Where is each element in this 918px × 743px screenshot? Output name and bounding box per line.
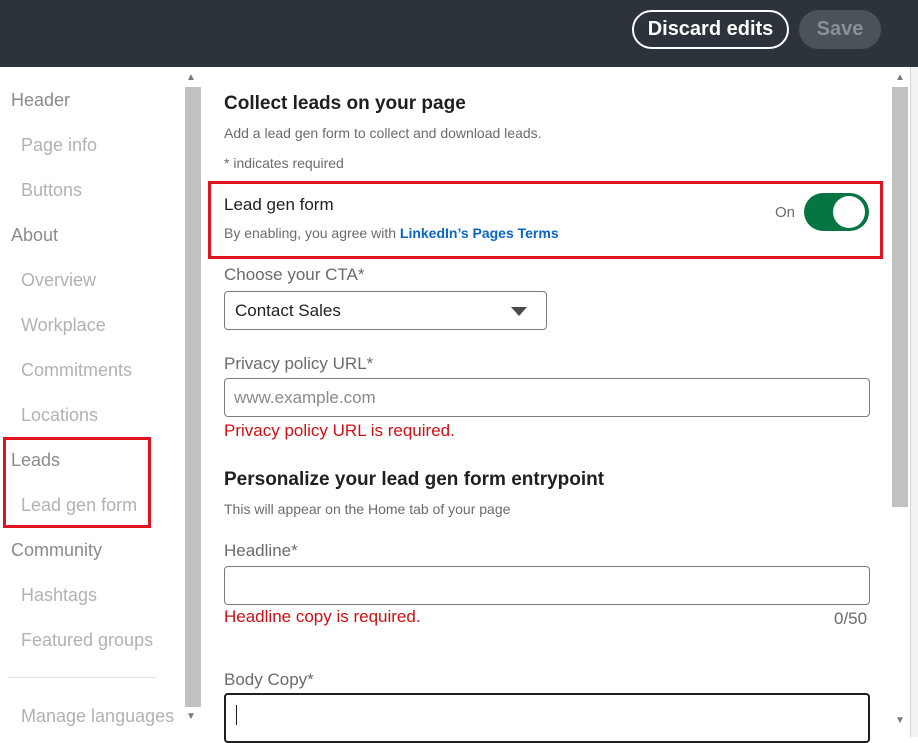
privacy-url-error: Privacy policy URL is required.: [224, 421, 455, 440]
sidebar-scroll-down-icon[interactable]: ▼: [186, 712, 196, 722]
privacy-url-input[interactable]: [224, 378, 870, 417]
save-button[interactable]: Save: [799, 10, 881, 49]
sidebar-item-featured-groups[interactable]: Featured groups: [21, 630, 153, 651]
body-copy-input[interactable]: [224, 693, 870, 743]
headline-label: Headline*: [224, 541, 298, 560]
sidebar-item-workplace[interactable]: Workplace: [21, 315, 106, 336]
main-scroll-down-icon[interactable]: ▼: [895, 716, 905, 726]
window-edge: [910, 67, 918, 737]
sidebar-item-header[interactable]: Header: [11, 90, 70, 111]
cta-selected-value: Contact Sales: [235, 301, 341, 320]
sidebar-scrollbar-thumb[interactable]: [185, 87, 201, 707]
text-cursor: [236, 705, 237, 725]
page-description: Add a lead gen form to collect and downl…: [224, 125, 542, 141]
sidebar-item-about[interactable]: About: [11, 225, 58, 246]
body-copy-label: Body Copy*: [224, 670, 314, 689]
discard-edits-button[interactable]: Discard edits: [632, 10, 789, 49]
chevron-down-icon: [511, 307, 527, 316]
sidebar-item-buttons[interactable]: Buttons: [21, 180, 82, 201]
toggle-knob: [833, 196, 865, 228]
agreement-prefix: By enabling, you agree with: [224, 225, 400, 241]
headline-char-counter: 0/50: [834, 609, 868, 628]
top-bar: Discard edits Save: [0, 0, 918, 67]
lead-gen-agreement: By enabling, you agree with LinkedIn’s P…: [224, 225, 559, 241]
sidebar-item-overview[interactable]: Overview: [21, 270, 96, 291]
main-scroll-up-icon[interactable]: ▲: [895, 73, 905, 83]
entrypoint-title: Personalize your lead gen form entrypoin…: [224, 469, 605, 490]
privacy-url-label: Privacy policy URL*: [224, 354, 374, 373]
leads-highlight-box: [3, 437, 151, 528]
required-note: * indicates required: [224, 155, 344, 171]
sidebar-item-community[interactable]: Community: [11, 540, 102, 561]
sidebar-item-manage-languages[interactable]: Manage languages: [21, 706, 174, 727]
cta-select[interactable]: Contact Sales: [224, 291, 547, 330]
main-scrollbar-thumb[interactable]: [892, 87, 908, 507]
toggle-state-label: On: [775, 204, 796, 221]
lead-gen-label: Lead gen form: [224, 195, 334, 214]
sidebar-scroll-up-icon[interactable]: ▲: [186, 73, 196, 83]
pages-terms-link[interactable]: LinkedIn’s Pages Terms: [400, 225, 559, 241]
sidebar-divider: [8, 677, 156, 678]
lead-gen-toggle[interactable]: [804, 193, 869, 231]
headline-error: Headline copy is required.: [224, 607, 421, 626]
entrypoint-description: This will appear on the Home tab of your…: [224, 501, 511, 517]
sidebar-item-page-info[interactable]: Page info: [21, 135, 97, 156]
page-title: Collect leads on your page: [224, 93, 466, 114]
headline-input[interactable]: [224, 566, 870, 605]
sidebar-item-commitments[interactable]: Commitments: [21, 360, 132, 381]
cta-label: Choose your CTA*: [224, 265, 365, 284]
sidebar-item-hashtags[interactable]: Hashtags: [21, 585, 97, 606]
sidebar-item-locations[interactable]: Locations: [21, 405, 98, 426]
